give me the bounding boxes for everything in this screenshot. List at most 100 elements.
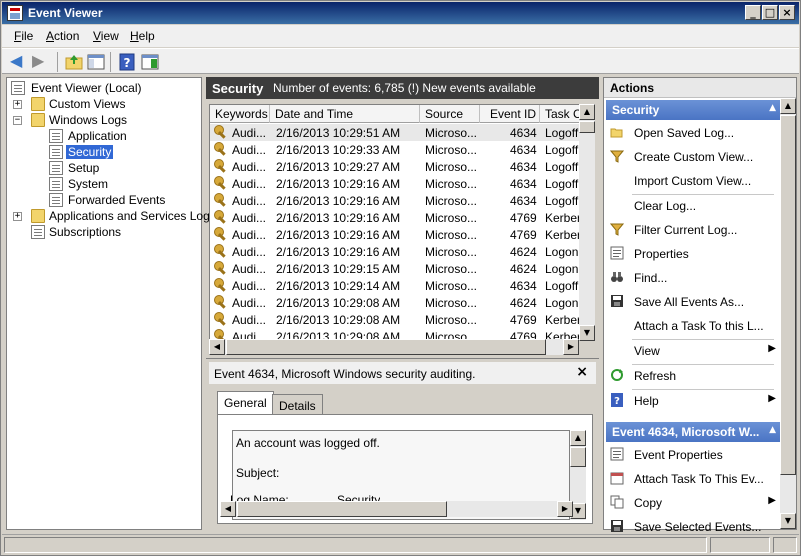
table-row[interactable]: Audi... 2/16/2013 10:29:08 AM Microso... 46… <box>210 294 579 311</box>
actions-section-event[interactable]: Event 4634, Microsoft W... ▲ <box>606 422 780 442</box>
table-row[interactable]: Audi... 2/16/2013 10:29:33 AM Microso... 46… <box>210 141 579 158</box>
maximize-button[interactable]: □ <box>762 5 778 20</box>
action-filter-current-log[interactable]: Filter Current Log... <box>608 219 778 241</box>
audit-key-icon <box>214 312 228 326</box>
events-horizontal-scrollbar[interactable]: ◀ ▶ <box>209 339 579 355</box>
scroll-right-button[interactable]: ▶ <box>563 339 579 355</box>
tree-item-custom-views[interactable]: + Custom Views <box>13 97 193 112</box>
status-panel <box>773 537 797 553</box>
tab-general[interactable]: General <box>217 391 274 416</box>
minimize-button[interactable]: _ <box>745 5 761 20</box>
column-source[interactable]: Source <box>420 105 480 123</box>
cell-date-and-time: 2/16/2013 10:29:14 AM <box>276 279 401 293</box>
cell-event-id: 4624 <box>510 262 537 276</box>
log-name: Security <box>212 81 264 96</box>
menu-help[interactable]: Help <box>130 29 155 43</box>
tree-item-applications-and-services-logs[interactable]: + Applications and Services Logs <box>13 209 216 224</box>
actions-section-security[interactable]: Security ▲ <box>606 100 780 120</box>
menu-file[interactable]: File <box>14 29 33 43</box>
actions-separator <box>632 364 774 365</box>
tab-details[interactable]: Details <box>272 394 323 416</box>
table-row[interactable]: Audi... 2/16/2013 10:29:16 AM Microso... 46… <box>210 175 579 192</box>
table-row[interactable]: Audi... 2/16/2013 10:29:15 AM Microso... 46… <box>210 260 579 277</box>
events-vertical-scrollbar[interactable]: ▲ ▼ <box>579 104 595 341</box>
collapse-section-icon[interactable]: ▲ <box>769 425 776 435</box>
action-create-custom-view[interactable]: Create Custom View... <box>608 146 778 168</box>
title-bar[interactable]: Event Viewer _ □ × <box>2 2 799 24</box>
collapse-section-icon[interactable]: ▲ <box>769 103 776 113</box>
action-refresh[interactable]: Refresh <box>608 365 778 387</box>
action-open-saved-log[interactable]: Open Saved Log... <box>608 122 778 144</box>
cell-keywords: Audi... <box>232 262 267 276</box>
show-hide-console-tree-icon[interactable] <box>86 52 106 72</box>
action-attach-a-task-to-this-l[interactable]: Attach a Task To this L... <box>608 315 778 337</box>
cell-date-and-time: 2/16/2013 10:29:33 AM <box>276 143 401 157</box>
cell-keywords: Audi... <box>232 194 267 208</box>
column-event-id[interactable]: Event ID <box>480 105 540 123</box>
scroll-down-button[interactable]: ▼ <box>579 325 595 341</box>
action-event-properties[interactable]: Event Properties <box>608 444 778 466</box>
scroll-thumb[interactable] <box>780 115 796 475</box>
scroll-up-button[interactable]: ▲ <box>570 430 586 446</box>
scroll-thumb[interactable] <box>226 339 546 355</box>
folder-icon <box>31 97 45 111</box>
forward-arrow-icon[interactable]: ▶ <box>32 53 44 69</box>
expand-icon[interactable]: + <box>13 100 22 109</box>
log-icon <box>49 177 63 191</box>
field-row-clip <box>232 522 570 525</box>
menu-view[interactable]: View <box>93 29 119 43</box>
tree-item-windows-logs[interactable]: − Windows Logs <box>13 113 193 128</box>
cell-date-and-time: 2/16/2013 10:29:27 AM <box>276 160 401 174</box>
scroll-down-button[interactable]: ▼ <box>780 513 796 529</box>
cell-source: Microso... <box>425 313 478 327</box>
window-title: Event Viewer <box>28 6 103 20</box>
action-copy[interactable]: Copy ▶ <box>608 492 778 514</box>
scroll-thumb[interactable] <box>570 447 586 467</box>
column-date-and-time[interactable]: Date and Time <box>270 105 420 123</box>
table-row[interactable]: Audi... 2/16/2013 10:29:16 AM Microso... 47… <box>210 209 579 226</box>
actions-pane: Actions Security ▲ Open Saved Log... Creat… <box>603 77 797 534</box>
cell-date-and-time: 2/16/2013 10:29:08 AM <box>276 296 401 310</box>
help-icon[interactable]: ? <box>117 52 137 72</box>
scroll-left-button[interactable]: ◀ <box>220 501 236 517</box>
cell-task-category: Logoff <box>545 160 579 174</box>
action-help[interactable]: ? Help ▶ <box>608 390 778 412</box>
table-row[interactable]: Audi... 2/16/2013 10:29:51 AM Microso... 46… <box>210 124 579 141</box>
action-view[interactable]: View ▶ <box>608 340 778 362</box>
action-find[interactable]: Find... <box>608 267 778 289</box>
menu-action[interactable]: Action <box>46 29 79 43</box>
scroll-right-button[interactable]: ▶ <box>557 501 573 517</box>
table-row[interactable]: Audi... 2/16/2013 10:29:08 AM Microso... 47… <box>210 311 579 328</box>
audit-key-icon <box>214 261 228 275</box>
table-row[interactable]: Audi... 2/16/2013 10:29:16 AM Microso... 46… <box>210 243 579 260</box>
detail-horizontal-scrollbar[interactable]: ◀ ▶ <box>220 501 573 517</box>
task-icon <box>610 471 624 485</box>
back-arrow-icon[interactable]: ◀ <box>10 53 22 69</box>
up-folder-icon[interactable] <box>64 52 84 72</box>
action-attach-task-to-this-ev[interactable]: Attach Task To This Ev... <box>608 468 778 490</box>
scroll-left-button[interactable]: ◀ <box>209 339 225 355</box>
scroll-thumb[interactable] <box>237 501 447 517</box>
close-button[interactable]: × <box>779 5 795 20</box>
scroll-up-button[interactable]: ▲ <box>579 104 595 120</box>
properties-icon <box>610 246 624 260</box>
toolbar-separator <box>110 52 111 72</box>
collapse-icon[interactable]: − <box>13 116 22 125</box>
table-row[interactable]: Audi... 2/16/2013 10:29:16 AM Microso... 47… <box>210 226 579 243</box>
table-row[interactable]: Audi... 2/16/2013 10:29:14 AM Microso... 46… <box>210 277 579 294</box>
scroll-up-button[interactable]: ▲ <box>780 98 796 114</box>
field-value-log-name: Security <box>337 493 381 501</box>
table-row[interactable]: Audi... 2/16/2013 10:29:27 AM Microso... 46… <box>210 158 579 175</box>
action-clear-log[interactable]: Clear Log... <box>608 195 778 217</box>
column-keywords[interactable]: Keywords <box>210 105 270 123</box>
column-task-category[interactable]: Task C <box>540 105 579 123</box>
show-hide-action-pane-icon[interactable] <box>140 52 160 72</box>
close-detail-icon[interactable]: × <box>576 364 588 380</box>
action-import-custom-view[interactable]: Import Custom View... <box>608 170 778 192</box>
actions-vertical-scrollbar[interactable]: ▲ ▼ <box>780 98 796 529</box>
table-row[interactable]: Audi... 2/16/2013 10:29:16 AM Microso... 46… <box>210 192 579 209</box>
scroll-thumb[interactable] <box>579 121 595 133</box>
action-save-all-events-as[interactable]: Save All Events As... <box>608 291 778 313</box>
expand-icon[interactable]: + <box>13 212 22 221</box>
action-properties[interactable]: Properties <box>608 243 778 265</box>
